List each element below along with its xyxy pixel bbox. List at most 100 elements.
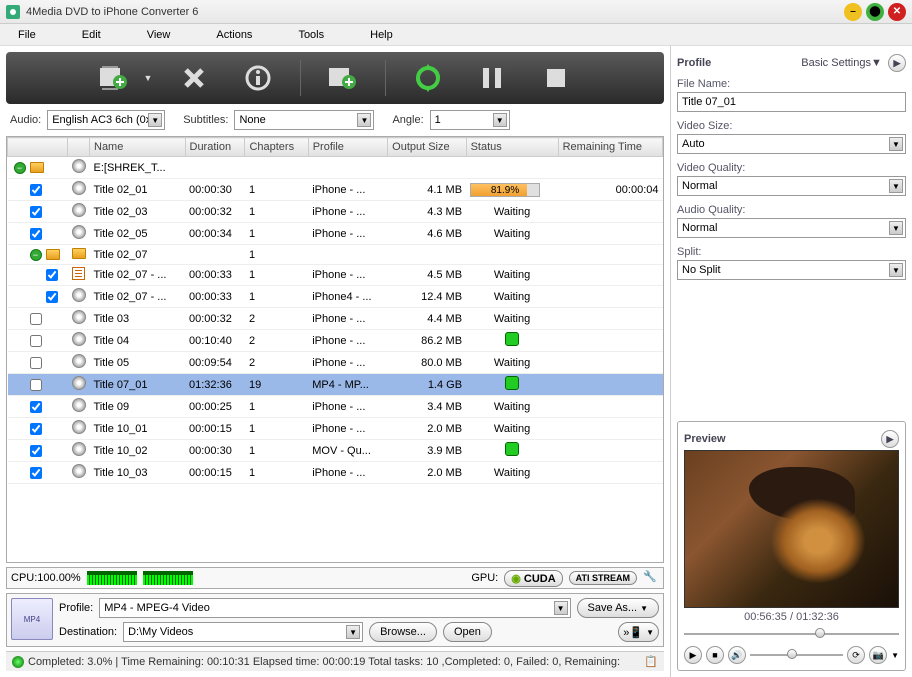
menu-tools[interactable]: Tools bbox=[290, 27, 332, 43]
cell-duration: 00:00:32 bbox=[185, 308, 245, 330]
ready-icon bbox=[505, 376, 519, 390]
log-icon[interactable]: 📋 bbox=[644, 655, 658, 668]
close-button[interactable]: ✕ bbox=[888, 3, 906, 21]
row-checkbox[interactable] bbox=[30, 445, 42, 457]
window-title: 4Media DVD to iPhone Converter 6 bbox=[26, 6, 840, 18]
column-header[interactable]: Output Size bbox=[388, 138, 466, 157]
cell-status: 81.9% bbox=[466, 179, 558, 201]
column-header[interactable]: Duration bbox=[185, 138, 245, 157]
minimize-button[interactable]: – bbox=[844, 3, 862, 21]
collapse-icon[interactable]: − bbox=[30, 249, 42, 261]
column-header[interactable]: Status bbox=[466, 138, 558, 157]
column-header[interactable]: Chapters bbox=[245, 138, 308, 157]
row-checkbox[interactable] bbox=[30, 184, 42, 196]
preview-header: Preview ▶ bbox=[684, 428, 899, 450]
open-button[interactable]: Open bbox=[443, 622, 492, 642]
snapshot-button[interactable]: 📷 bbox=[869, 646, 887, 664]
table-row[interactable]: Title 02_0500:00:341iPhone - ...4.6 MBWa… bbox=[8, 223, 663, 245]
save-as-button[interactable]: Save As...▼ bbox=[577, 598, 659, 618]
table-row[interactable]: Title 0400:10:402iPhone - ...86.2 MB bbox=[8, 330, 663, 352]
maximize-button[interactable]: ⬤ bbox=[866, 3, 884, 21]
menu-file[interactable]: File bbox=[10, 27, 44, 43]
table-row[interactable]: Title 02_0100:00:301iPhone - ...4.1 MB81… bbox=[8, 179, 663, 201]
stop-preview-button[interactable]: ■ bbox=[706, 646, 724, 664]
cell-remaining bbox=[558, 245, 662, 265]
settings-icon[interactable]: 🔧 bbox=[643, 570, 659, 586]
row-checkbox[interactable] bbox=[30, 401, 42, 413]
menu-edit[interactable]: Edit bbox=[74, 27, 109, 43]
volume-slider[interactable] bbox=[750, 647, 843, 663]
subtitles-combo[interactable]: None▼ bbox=[234, 110, 374, 130]
file-table[interactable]: NameDurationChaptersProfileOutput SizeSt… bbox=[6, 136, 664, 563]
row-checkbox[interactable] bbox=[30, 423, 42, 435]
column-header[interactable] bbox=[68, 138, 90, 157]
table-row[interactable]: Title 10_0300:00:151iPhone - ...2.0 MBWa… bbox=[8, 462, 663, 484]
menu-help[interactable]: Help bbox=[362, 27, 401, 43]
destination-combo[interactable]: D:\My Videos▼ bbox=[123, 622, 363, 642]
volume-button[interactable]: 🔊 bbox=[728, 646, 746, 664]
row-checkbox[interactable] bbox=[30, 228, 42, 240]
cell-duration: 00:00:33 bbox=[185, 286, 245, 308]
row-checkbox[interactable] bbox=[46, 291, 58, 303]
cell-profile: iPhone - ... bbox=[308, 396, 387, 418]
table-row[interactable]: −Title 02_071 bbox=[8, 245, 663, 265]
delete-button[interactable] bbox=[172, 58, 216, 98]
table-row[interactable]: Title 07_0101:32:3619MP4 - MP...1.4 GB bbox=[8, 374, 663, 396]
stop-button[interactable] bbox=[534, 58, 578, 98]
snapshot-dropdown-icon[interactable]: ▼ bbox=[891, 651, 899, 660]
angle-label: Angle: bbox=[392, 114, 423, 126]
basic-settings-link[interactable]: Basic Settings▼ bbox=[801, 57, 882, 69]
transfer-button[interactable]: »📱▼ bbox=[618, 622, 659, 642]
disc-icon bbox=[72, 310, 86, 324]
table-row[interactable]: Title 0500:09:542iPhone - ...80.0 MBWait… bbox=[8, 352, 663, 374]
cell-profile bbox=[308, 245, 387, 265]
table-row[interactable]: −E:[SHREK_T... bbox=[8, 157, 663, 179]
preview-image[interactable] bbox=[684, 450, 899, 608]
row-checkbox[interactable] bbox=[30, 206, 42, 218]
profile-combo[interactable]: MP4 - MPEG-4 Video▼ bbox=[99, 598, 570, 618]
table-row[interactable]: Title 02_0300:00:321iPhone - ...4.3 MBWa… bbox=[8, 201, 663, 223]
videoquality-combo[interactable]: Normal▼ bbox=[677, 176, 906, 196]
table-row[interactable]: Title 0900:00:251iPhone - ...3.4 MBWaiti… bbox=[8, 396, 663, 418]
pause-button[interactable] bbox=[470, 58, 514, 98]
preview-expand-button[interactable]: ▶ bbox=[881, 430, 899, 448]
play-button[interactable]: ▶ bbox=[684, 646, 702, 664]
table-row[interactable]: Title 10_0100:00:151iPhone - ...2.0 MBWa… bbox=[8, 418, 663, 440]
table-row[interactable]: Title 10_0200:00:301MOV - Qu...3.9 MB bbox=[8, 440, 663, 462]
menu-actions[interactable]: Actions bbox=[208, 27, 260, 43]
cell-status: Waiting bbox=[466, 265, 558, 286]
videosize-combo[interactable]: Auto▼ bbox=[677, 134, 906, 154]
row-checkbox[interactable] bbox=[30, 467, 42, 479]
seek-slider[interactable] bbox=[684, 626, 899, 642]
column-header[interactable]: Name bbox=[90, 138, 186, 157]
split-combo[interactable]: No Split▼ bbox=[677, 260, 906, 280]
column-header[interactable]: Remaining Time bbox=[558, 138, 662, 157]
filename-input[interactable] bbox=[677, 92, 906, 112]
row-checkbox[interactable] bbox=[46, 269, 58, 281]
table-row[interactable]: Title 02_07 - ...00:00:331iPhone - ...4.… bbox=[8, 265, 663, 286]
browse-button[interactable]: Browse... bbox=[369, 622, 437, 642]
row-checkbox[interactable] bbox=[30, 379, 42, 391]
expand-button[interactable]: ▶ bbox=[888, 54, 906, 72]
table-row[interactable]: Title 02_07 - ...00:00:331iPhone4 - ...1… bbox=[8, 286, 663, 308]
column-header[interactable] bbox=[8, 138, 68, 157]
add-dropdown-icon[interactable]: ▼ bbox=[144, 73, 153, 83]
angle-combo[interactable]: 1▼ bbox=[430, 110, 510, 130]
info-button[interactable] bbox=[236, 58, 280, 98]
convert-button[interactable] bbox=[406, 58, 450, 98]
row-checkbox[interactable] bbox=[30, 313, 42, 325]
cell-name: Title 10_02 bbox=[90, 440, 186, 462]
column-header[interactable]: Profile bbox=[308, 138, 387, 157]
collapse-icon[interactable]: − bbox=[14, 162, 26, 174]
add-file-button[interactable] bbox=[92, 58, 136, 98]
snapshot-folder-button[interactable]: ⟳ bbox=[847, 646, 865, 664]
audio-combo[interactable]: English AC3 6ch (0x8▼ bbox=[47, 110, 165, 130]
add-profile-button[interactable] bbox=[321, 58, 365, 98]
row-checkbox[interactable] bbox=[30, 335, 42, 347]
menu-view[interactable]: View bbox=[139, 27, 179, 43]
row-checkbox[interactable] bbox=[30, 357, 42, 369]
cpu-bar: CPU:100.00% GPU: ◉ CUDA ATI STREAM 🔧 bbox=[6, 567, 664, 589]
cell-name: Title 02_07 - ... bbox=[90, 265, 186, 286]
audioquality-combo[interactable]: Normal▼ bbox=[677, 218, 906, 238]
table-row[interactable]: Title 0300:00:322iPhone - ...4.4 MBWaiti… bbox=[8, 308, 663, 330]
